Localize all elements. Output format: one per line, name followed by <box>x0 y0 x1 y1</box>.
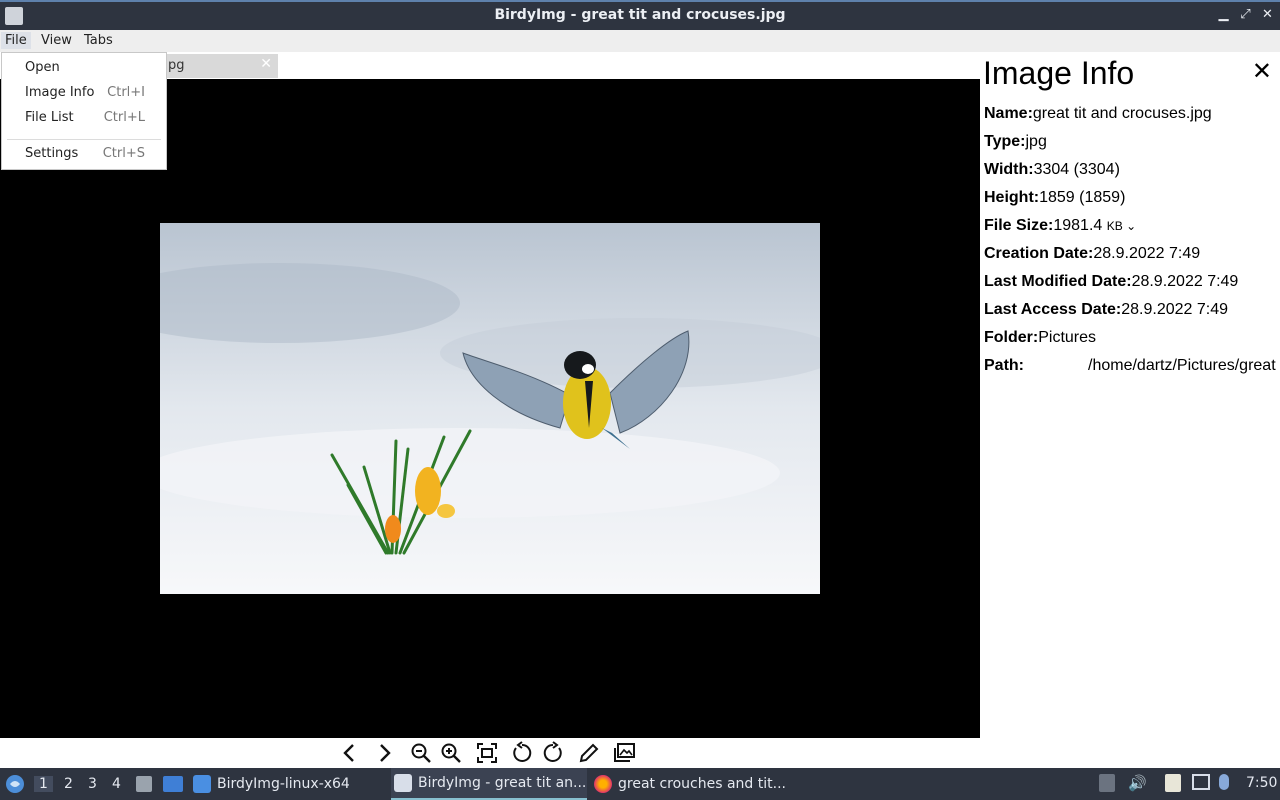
info-row-access: Last Access Date:28.9.2022 7:49 <box>984 301 1228 319</box>
menu-item-label: Settings <box>25 146 79 161</box>
zoom-out-icon[interactable] <box>409 741 433 765</box>
menu-item-label: Open <box>25 60 60 75</box>
edit-icon[interactable] <box>577 741 601 765</box>
menu-item-shortcut: Ctrl+L <box>103 110 145 125</box>
clock: 7:50 <box>1246 775 1278 791</box>
birdyimg-icon <box>394 774 412 792</box>
close-window-icon[interactable]: ✕ <box>1261 7 1274 22</box>
path-value: /home/dartz/Pictures/great <box>1088 357 1276 374</box>
taskbar: 1 2 3 4 BirdyImg-linux-x64 BirdyImg - gr… <box>0 768 1280 800</box>
menu-item-label: File List <box>25 110 74 125</box>
info-row-path: Path: <box>984 357 1024 375</box>
image-toolbar <box>0 738 1280 768</box>
menu-item-image-info[interactable]: Image Info Ctrl+I <box>2 82 166 104</box>
close-panel-icon[interactable]: ✕ <box>1252 57 1272 86</box>
workspace-1[interactable]: 1 <box>34 776 53 792</box>
info-row-height: Height:1859 (1859) <box>984 189 1125 207</box>
clipboard-icon[interactable] <box>1165 774 1181 792</box>
task-folder[interactable]: BirdyImg-linux-x64 <box>193 768 383 800</box>
task-label: great crouches and tit... <box>618 776 786 792</box>
image-info-panel: Image Info ✕ Name:great tit and crocuses… <box>980 52 1280 738</box>
tray-app-icon[interactable] <box>1099 774 1115 792</box>
info-label: Creation Date: <box>984 245 1094 262</box>
info-value: 1859 (1859) <box>1039 189 1126 206</box>
info-row-modified: Last Modified Date:28.9.2022 7:49 <box>984 273 1238 291</box>
volume-icon[interactable]: 🔊 <box>1128 774 1147 792</box>
info-value: 28.9.2022 7:49 <box>1131 273 1239 290</box>
info-label: Type: <box>984 133 1026 150</box>
workspace-3[interactable]: 3 <box>88 776 97 792</box>
notification-icon[interactable] <box>1219 774 1229 790</box>
info-row-type: Type:jpg <box>984 133 1047 151</box>
info-row-width: Width:3304 (3304) <box>984 161 1120 179</box>
info-value: jpg <box>1025 133 1047 150</box>
menu-item-open[interactable]: Open <box>2 57 166 79</box>
image-tab[interactable]: pg ✕ <box>150 54 278 78</box>
info-label: Folder: <box>984 329 1039 346</box>
folder-icon <box>193 775 211 793</box>
task-label: BirdyImg-linux-x64 <box>217 776 350 792</box>
info-label: Last Access Date: <box>984 301 1122 318</box>
start-menu-icon[interactable] <box>5 774 25 794</box>
menubar: File View Tabs <box>0 30 1280 52</box>
info-label: File Size: <box>984 217 1054 234</box>
info-row-filesize: File Size:1981.4 KB ⌄ <box>984 217 1136 235</box>
network-icon[interactable] <box>1192 774 1210 790</box>
rotate-left-icon[interactable] <box>510 741 534 765</box>
zoom-in-icon[interactable] <box>439 741 463 765</box>
menu-item-shortcut: Ctrl+S <box>102 146 145 161</box>
workspace-4[interactable]: 4 <box>112 776 121 792</box>
fit-to-window-icon[interactable] <box>475 741 499 765</box>
menu-tabs[interactable]: Tabs <box>80 32 117 49</box>
menu-item-label: Image Info <box>25 85 95 100</box>
info-label: Width: <box>984 161 1034 178</box>
info-value: 28.9.2022 7:49 <box>1121 301 1229 318</box>
info-value: 28.9.2022 7:49 <box>1093 245 1201 262</box>
menu-item-file-list[interactable]: File List Ctrl+L <box>2 107 166 129</box>
file-menu: Open Image Info Ctrl+I File List Ctrl+L Se… <box>1 52 167 170</box>
info-row-folder: Folder:Pictures <box>984 329 1096 347</box>
rotate-right-icon[interactable] <box>541 741 565 765</box>
info-value: 3304 (3304) <box>1033 161 1120 178</box>
tab-label: pg <box>168 58 185 73</box>
info-row-name: Name:great tit and crocuses.jpg <box>984 105 1212 123</box>
menu-item-shortcut: Ctrl+I <box>107 85 145 100</box>
info-value: 1981.4 <box>1053 217 1103 234</box>
maximize-icon[interactable]: ⤢ <box>1239 7 1252 22</box>
menu-file[interactable]: File <box>1 32 31 49</box>
close-tab-icon[interactable]: ✕ <box>260 56 272 72</box>
window-title: BirdyImg - great tit and crocuses.jpg <box>494 7 786 23</box>
info-label: Height: <box>984 189 1040 206</box>
info-label: Name: <box>984 105 1033 122</box>
info-label: Last Modified Date: <box>984 273 1132 290</box>
menu-item-settings[interactable]: Settings Ctrl+S <box>2 143 166 165</box>
chevron-down-icon: ⌄ <box>1126 219 1137 233</box>
firefox-icon <box>594 775 612 793</box>
window-titlebar: BirdyImg - great tit and crocuses.jpg ▁ … <box>0 0 1280 30</box>
info-label: Path: <box>984 357 1024 374</box>
info-value: great tit and crocuses.jpg <box>1032 105 1212 122</box>
info-value: Pictures <box>1038 329 1097 346</box>
menu-separator <box>7 139 161 140</box>
workspace-2[interactable]: 2 <box>64 776 73 792</box>
task-label: BirdyImg - great tit an... <box>418 775 587 791</box>
photo <box>160 223 820 594</box>
unit-label: KB <box>1106 219 1123 233</box>
image-viewer[interactable] <box>0 79 980 738</box>
next-icon[interactable] <box>372 741 396 765</box>
task-firefox[interactable]: great crouches and tit... <box>594 768 794 800</box>
task-birdyimg[interactable]: BirdyImg - great tit an... <box>391 768 587 800</box>
minimize-icon[interactable]: ▁ <box>1217 7 1230 22</box>
unit-select[interactable]: KB ⌄ <box>1107 219 1136 233</box>
panel-title: Image Info <box>983 55 1135 91</box>
menu-view[interactable]: View <box>37 32 76 49</box>
previous-icon[interactable] <box>338 741 362 765</box>
info-row-creation: Creation Date:28.9.2022 7:49 <box>984 245 1200 263</box>
file-manager-launcher-icon[interactable] <box>136 776 152 792</box>
gallery-icon[interactable] <box>613 741 637 765</box>
desktop-icon[interactable] <box>163 776 183 792</box>
